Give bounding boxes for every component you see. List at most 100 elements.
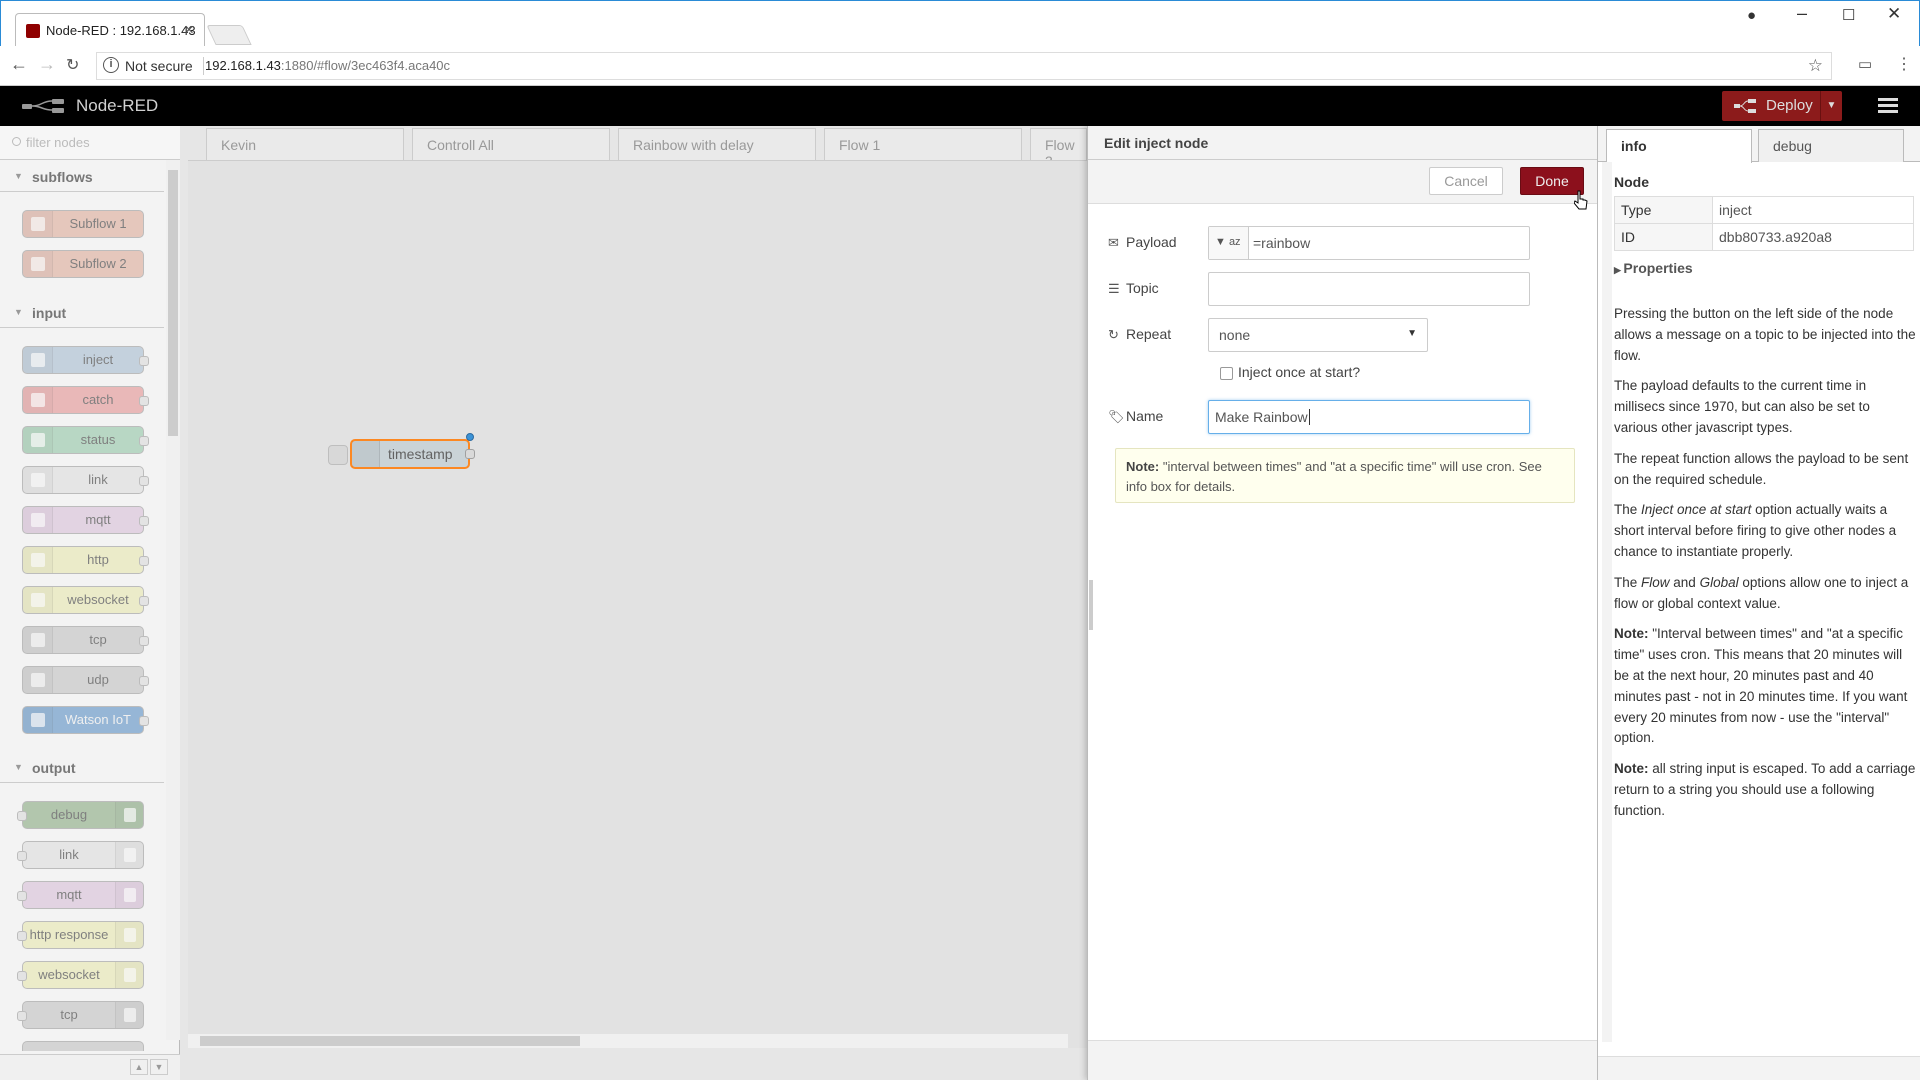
sidebar-scrollbar[interactable] — [1602, 162, 1612, 1042]
minimize-icon[interactable]: – — [1797, 3, 1807, 24]
palette-node-websocket-out[interactable]: websocket — [17, 961, 144, 989]
inject-once-checkbox[interactable] — [1220, 367, 1233, 380]
palette-node-websocket[interactable]: websocket — [22, 586, 149, 614]
inject-node[interactable]: timestamp — [328, 433, 475, 469]
input-port — [17, 851, 27, 861]
text-run-italic: Flow — [1641, 574, 1670, 590]
text-run: "Interval between times" and "at a speci… — [1614, 626, 1908, 746]
palette-node-mqtt-out[interactable]: mqtt — [17, 881, 144, 909]
palette-node-mqtt[interactable]: mqtt — [22, 506, 149, 534]
deploy-label: Deploy — [1766, 97, 1813, 114]
bridge-icon — [31, 513, 45, 527]
output-port — [139, 716, 149, 726]
palette-node-catch[interactable]: catch — [22, 386, 149, 414]
workspace: Kevin Controll All Rainbow with delay Fl… — [180, 126, 1087, 1080]
node-label: timestamp — [388, 446, 453, 462]
tab-flow-3[interactable]: Flow 3 — [1030, 128, 1087, 169]
name-label-text: Name — [1126, 408, 1164, 424]
tab-debug[interactable]: debug — [1758, 129, 1904, 162]
palette-node-debug[interactable]: debug — [17, 801, 144, 829]
reload-icon[interactable]: ↻ — [66, 55, 79, 75]
output-port[interactable] — [465, 449, 475, 459]
filter-nodes-input[interactable]: filter nodes — [0, 126, 180, 160]
deploy-button[interactable]: Deploy ▼ — [1722, 91, 1842, 121]
palette-node-status[interactable]: status — [22, 426, 149, 454]
palette-node-link-out[interactable]: link — [17, 841, 144, 869]
tab-kevin[interactable]: Kevin — [206, 128, 404, 160]
tab-flow-1[interactable]: Flow 1 — [824, 128, 1022, 160]
new-tab-button[interactable] — [206, 25, 252, 45]
properties-toggle[interactable]: ▶ Properties — [1614, 260, 1693, 276]
palette-node-subflow-1[interactable]: Subflow 1 — [22, 210, 144, 238]
collapse-all-icon[interactable]: ▲ — [130, 1059, 148, 1075]
name-input[interactable]: Make Rainbow — [1208, 400, 1530, 434]
node-label: debug — [50, 807, 88, 822]
tab-info[interactable]: info — [1606, 129, 1752, 163]
address-bar[interactable]: i Not secure 192.168.1.43:1880/#flow/3ec… — [96, 52, 1832, 80]
category-output[interactable]: ▼ output — [0, 755, 164, 783]
inject-icon — [31, 353, 45, 367]
address-separator — [203, 57, 204, 75]
id-value: dbb80733.a920a8 — [1712, 223, 1914, 251]
close-window-icon[interactable]: ✕ — [1887, 4, 1901, 24]
palette-node-tcp-out[interactable]: tcp — [17, 1001, 144, 1029]
node-label: status — [80, 432, 116, 447]
back-icon[interactable]: ← — [10, 54, 28, 75]
palette-scrollbar[interactable] — [166, 160, 180, 1040]
bridge-icon — [124, 1008, 136, 1022]
browser-tab[interactable]: Node-RED : 192.168.1.43 × — [15, 13, 205, 47]
payload-input[interactable]: ▼ az =rainbow — [1208, 226, 1530, 260]
node-label: websocket — [67, 592, 129, 607]
help-paragraph: Note: all string input is escaped. To ad… — [1614, 759, 1916, 821]
inject-trigger-button[interactable] — [328, 445, 348, 465]
text-run: The — [1614, 574, 1642, 590]
tab-rainbow-with-delay[interactable]: Rainbow with delay — [618, 128, 816, 160]
deploy-dropdown-icon[interactable]: ▼ — [1820, 91, 1842, 121]
node-label: websocket — [38, 967, 100, 982]
palette-node-udp[interactable]: udp — [22, 666, 149, 694]
expand-all-icon[interactable]: ▼ — [150, 1059, 168, 1075]
palette-node-http[interactable]: http — [22, 546, 149, 574]
profile-icon[interactable]: ● — [1747, 7, 1756, 24]
palette-node-http-response[interactable]: http response — [17, 921, 144, 949]
scrollbar-thumb[interactable] — [200, 1036, 580, 1046]
palette-node-subflow-2[interactable]: Subflow 2 — [22, 250, 144, 278]
palette-node-link[interactable]: link — [22, 466, 149, 494]
output-port — [139, 396, 149, 406]
bookmark-star-icon[interactable]: ☆ — [1808, 56, 1823, 76]
info-icon[interactable]: i — [103, 57, 119, 73]
cast-icon[interactable]: ▭ — [1858, 55, 1872, 73]
chevron-down-icon: ▼ — [14, 762, 23, 772]
mouse-cursor-icon — [1574, 190, 1588, 210]
tray-resize-handle[interactable] — [1089, 580, 1093, 630]
palette-node-watson-iot[interactable]: Watson IoT — [22, 706, 149, 734]
node-label: udp — [87, 672, 109, 687]
category-input[interactable]: ▼ input — [0, 300, 164, 328]
palette-node-tcp[interactable]: tcp — [22, 626, 149, 654]
node-label: mqtt — [56, 887, 82, 902]
output-port — [139, 356, 149, 366]
payload-type-select[interactable]: ▼ az — [1209, 227, 1249, 259]
tag-icon: 🏷 — [1108, 409, 1125, 424]
forward-icon[interactable]: → — [38, 54, 56, 75]
tab-controll-all[interactable]: Controll All — [412, 128, 610, 160]
main-menu-icon[interactable] — [1878, 98, 1898, 114]
topic-label: ☰ Topic — [1108, 280, 1159, 297]
repeat-select[interactable]: none ▼ — [1208, 318, 1428, 352]
help-paragraph: Note: "Interval between times" and "at a… — [1614, 624, 1916, 749]
scrollbar-thumb[interactable] — [168, 170, 178, 436]
palette-node-inject[interactable]: inject — [22, 346, 149, 374]
category-subflows[interactable]: ▼ subflows — [0, 164, 164, 192]
node-label: http response — [29, 927, 109, 942]
topic-input[interactable] — [1208, 272, 1530, 306]
output-port — [139, 556, 149, 566]
maximize-icon[interactable]: ☐ — [1842, 6, 1855, 24]
chevron-down-icon: ▼ — [14, 171, 23, 181]
close-tab-icon[interactable]: × — [184, 20, 194, 40]
flow-canvas[interactable]: timestamp — [188, 160, 1087, 1048]
canvas-scrollbar[interactable] — [188, 1034, 1068, 1048]
payload-row: ✉ Payload ▼ az =rainbow — [1108, 226, 1588, 260]
cancel-button[interactable]: Cancel — [1429, 167, 1503, 195]
browser-menu-icon[interactable]: ⋮ — [1896, 54, 1912, 74]
text-run-bold: Note: — [1614, 761, 1649, 777]
